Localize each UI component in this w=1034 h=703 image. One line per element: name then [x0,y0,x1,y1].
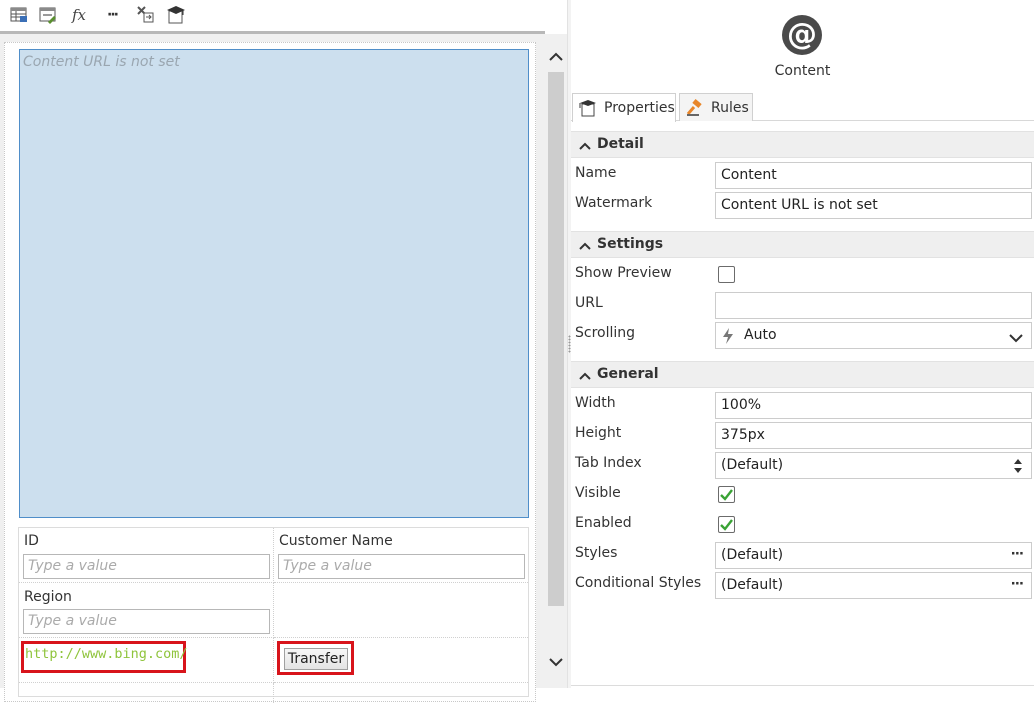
section-detail-title: Detail [597,136,644,152]
prop-watermark: Watermark Content URL is not set [571,190,1034,220]
table-edit-icon[interactable] [8,4,30,26]
prop-scrolling: Scrolling Auto [571,320,1034,350]
cell-customer-name: Customer Name Type a value [274,528,528,583]
content-control-icon: @ [782,15,822,55]
section-detail[interactable]: Detail [571,131,1034,158]
prop-visible-label: Visible [575,485,621,501]
prop-show-preview: Show Preview [571,260,1034,290]
more-icon[interactable]: ··· [101,4,123,26]
customer-name-input[interactable]: Type a value [278,554,525,579]
prop-name-input[interactable]: Content [715,162,1032,189]
transfer-highlight: Transfer [277,641,354,675]
prop-scrolling-select[interactable]: Auto [715,322,1032,349]
prop-visible: Visible [571,480,1034,510]
chevron-down-icon[interactable] [1009,331,1023,347]
lightning-icon [722,328,734,348]
cell-id: ID Type a value [19,528,274,583]
scroll-thumb[interactable] [548,72,564,606]
check-icon [720,519,733,531]
url-link-highlight: http://www.bing.com/ [21,641,188,673]
region-label: Region [24,589,72,605]
form-edit-icon[interactable] [37,4,59,26]
visible-checkbox[interactable] [718,486,735,503]
ellipsis-icon[interactable]: ··· [1011,546,1024,562]
enabled-checkbox[interactable] [718,516,735,533]
cell-empty [274,583,528,638]
chevron-up-icon [579,239,591,255]
cell-region: Region Type a value [19,583,274,638]
ellipsis-icon[interactable]: ··· [1011,576,1024,592]
customer-name-label: Customer Name [279,533,393,549]
id-input[interactable]: Type a value [23,554,270,579]
chevron-up-icon [579,139,591,155]
prop-styles-input[interactable]: (Default) ··· [715,542,1032,569]
properties-pane: @ Content Properties Rules Detail Name C… [571,0,1034,688]
prop-name: Name Content [571,160,1034,190]
prop-tab-index-stepper[interactable]: (Default) [715,452,1032,479]
prop-width: Width 100% [571,390,1034,420]
prop-height-input[interactable]: 375px [715,422,1032,449]
wizard-cap-icon[interactable] [165,4,187,26]
prop-show-preview-label: Show Preview [575,265,672,281]
prop-name-label: Name [575,165,617,181]
prop-conditional-styles: Conditional Styles (Default) ··· [571,570,1034,600]
designer-pane: fx ··· Content URL is not set ID Type a … [0,0,567,703]
prop-width-label: Width [575,395,616,411]
tab-properties[interactable]: Properties [572,93,676,122]
tab-properties-label: Properties [604,100,675,116]
prop-conditional-styles-input[interactable]: (Default) ··· [715,572,1032,599]
section-general[interactable]: General [571,361,1034,388]
prop-watermark-input[interactable]: Content URL is not set [715,192,1032,219]
prop-url-input[interactable] [715,292,1032,319]
tab-rules-label: Rules [711,99,749,116]
prop-watermark-label: Watermark [575,195,653,211]
prop-enabled: Enabled [571,510,1034,540]
scroll-down-icon[interactable] [548,654,564,670]
show-preview-checkbox[interactable] [718,266,735,283]
transfer-button[interactable]: Transfer [284,648,348,670]
chevron-up-icon [579,369,591,385]
panel-tabs: Properties Rules [571,93,1034,122]
prop-url: URL [571,290,1034,320]
prop-url-label: URL [575,295,603,311]
prop-tab-index: Tab Index (Default) [571,450,1034,480]
prop-height: Height 375px [571,420,1034,450]
properties-icon [578,99,598,117]
rules-gavel-icon [685,98,705,117]
section-settings[interactable]: Settings [571,231,1034,258]
prop-scrolling-label: Scrolling [575,325,636,341]
cell-row4-left [19,683,274,703]
check-icon [720,489,733,501]
section-settings-title: Settings [597,236,664,252]
prop-height-label: Height [575,425,622,441]
control-name: Content [774,63,831,79]
designer-scrollbar[interactable] [545,34,567,688]
fx-expression-icon[interactable]: fx [68,4,90,26]
designer-toolbar: fx ··· [0,0,545,32]
tab-rules[interactable]: Rules [679,93,753,121]
prop-enabled-label: Enabled [575,515,632,531]
transfer-tool-icon[interactable] [135,4,157,26]
region-input[interactable]: Type a value [23,609,270,634]
prop-styles-label: Styles [575,545,618,561]
prop-tab-index-label: Tab Index [575,455,642,471]
section-general-title: General [597,366,659,382]
url-link[interactable]: http://www.bing.com/ [25,646,188,662]
id-label: ID [24,533,39,549]
content-watermark: Content URL is not set [23,54,180,70]
prop-width-input[interactable]: 100% [715,392,1032,419]
content-control[interactable]: Content URL is not set [19,49,529,518]
prop-conditional-styles-label: Conditional Styles [575,575,702,591]
prop-styles: Styles (Default) ··· [571,540,1034,570]
stepper-arrows-icon[interactable] [1013,457,1023,479]
scroll-up-icon[interactable] [548,49,564,65]
